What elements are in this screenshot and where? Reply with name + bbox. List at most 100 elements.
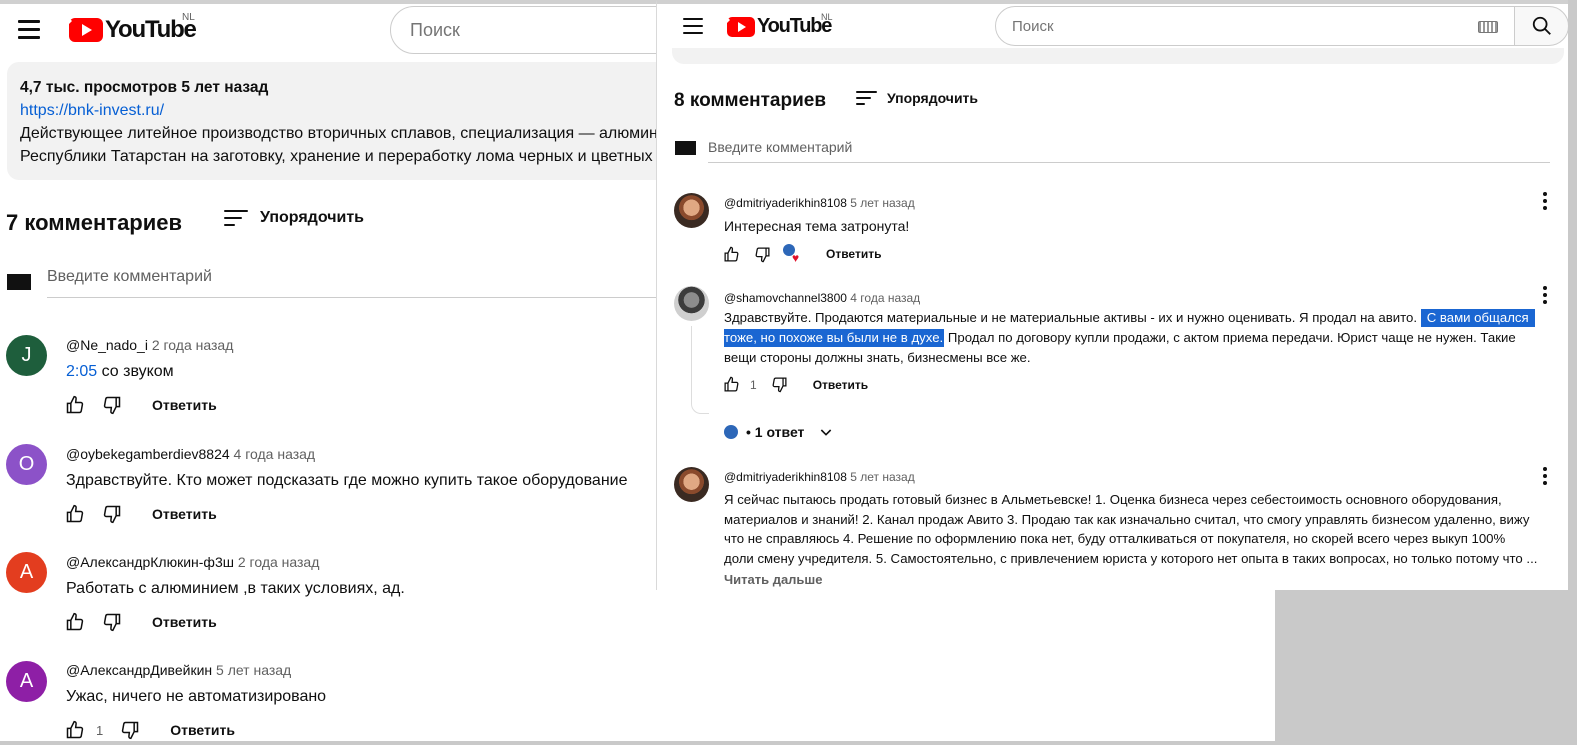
comment-author[interactable]: @oybekegamberdiev8824 — [66, 446, 230, 462]
thread-line — [691, 326, 709, 414]
dislike-icon[interactable] — [120, 720, 140, 740]
comment-time[interactable]: 5 лет назад — [850, 470, 914, 484]
input-underline — [708, 162, 1550, 163]
channel-avatar — [7, 274, 31, 290]
avatar[interactable]: А — [6, 552, 47, 593]
add-comment-input[interactable]: Введите комментарий — [708, 139, 1550, 163]
menu-icon[interactable] — [683, 18, 703, 34]
more-options-icon[interactable] — [1543, 467, 1547, 488]
view-count-date: 4,7 тыс. просмотров 5 лет назад — [20, 79, 269, 96]
comment-author-line: @АлександрДивейкин 5 лет назад — [66, 662, 291, 678]
sort-label: Упорядочить — [260, 209, 365, 226]
comment-author-line: @shamovchannel3800 4 года назад — [724, 291, 920, 305]
add-comment-input[interactable]: Введите комментарий — [47, 268, 667, 298]
comment-author[interactable]: @dmitriyaderikhin8108 — [724, 196, 847, 210]
comment-actions: 1 Ответить — [65, 720, 235, 740]
replies-count: • 1 ответ — [746, 424, 805, 440]
comment-author-line: @oybekegamberdiev8824 4 года назад — [66, 446, 315, 462]
comment-actions: Ответить — [65, 504, 217, 524]
comment-text: Здравствуйте. Кто может подсказать где м… — [66, 472, 628, 489]
comment-text: Интересная тема затронута! — [724, 218, 910, 234]
avatar[interactable]: O — [6, 444, 47, 485]
comment-author-line: @АлександрКлюкин-ф3ш 2 года назад — [66, 554, 319, 570]
selected-text: С вами общался — [1420, 309, 1535, 327]
comment-author[interactable]: @Ne_nado_i — [66, 337, 148, 353]
youtube-play-icon — [69, 18, 103, 42]
sort-button[interactable]: Упорядочить — [224, 209, 364, 227]
youtube-logo[interactable]: YouTube — [727, 15, 832, 38]
dislike-icon[interactable] — [754, 246, 771, 263]
chevron-down-icon — [821, 429, 832, 436]
search-placeholder: Поиск — [1012, 17, 1054, 35]
reply-button[interactable]: Ответить — [813, 378, 868, 392]
menu-icon[interactable] — [18, 20, 40, 39]
add-comment-placeholder: Введите комментарий — [708, 139, 853, 155]
comment-author[interactable]: @АлександрКлюкин-ф3ш — [66, 554, 234, 570]
like-icon[interactable] — [65, 720, 85, 740]
avatar[interactable] — [674, 193, 709, 228]
sort-label: Упорядочить — [887, 90, 979, 106]
comment-author[interactable]: @shamovchannel3800 — [724, 291, 847, 305]
region-code: NL — [821, 12, 833, 22]
like-icon[interactable] — [723, 246, 740, 263]
comment-time[interactable]: 2 года назад — [152, 337, 234, 353]
comments-count: 7 комментариев — [6, 210, 183, 235]
avatar[interactable]: J — [6, 335, 47, 376]
channel-avatar — [675, 141, 696, 155]
comment-time[interactable]: 2 года назад — [238, 554, 320, 570]
reply-button[interactable]: Ответить — [152, 397, 217, 413]
comments-count: 8 комментариев — [674, 90, 827, 111]
sort-icon — [856, 91, 877, 105]
comment-text: Здравствуйте. Продаются материальные и н… — [724, 308, 1559, 368]
reply-button[interactable]: Ответить — [152, 614, 217, 630]
youtube-play-icon — [727, 16, 755, 37]
like-icon[interactable] — [65, 395, 85, 415]
comment-text: Ужас, ничего не автоматизировано — [66, 688, 327, 705]
channel-reply-avatar — [724, 425, 738, 439]
search-input[interactable]: Поиск — [995, 6, 1515, 46]
comment-time[interactable]: 5 лет назад — [216, 662, 291, 678]
comment-text: Я сейчас пытаюсь продать готовый бизнес … — [724, 492, 1538, 566]
replies-toggle[interactable]: • 1 ответ — [724, 424, 834, 440]
comment-text: 2:05 со звуком — [66, 363, 174, 380]
comment-author[interactable]: @dmitriyaderikhin8108 — [724, 470, 847, 484]
timestamp-link[interactable]: 2:05 — [66, 363, 97, 380]
avatar[interactable] — [674, 467, 709, 502]
more-options-icon[interactable] — [1543, 286, 1547, 307]
like-icon[interactable] — [723, 376, 740, 393]
comment-actions: 1 Ответить — [723, 376, 868, 393]
youtube-logo[interactable]: YouTube — [69, 16, 197, 44]
like-icon[interactable] — [65, 612, 85, 632]
description-link[interactable]: https://bnk-invest.ru/ — [20, 102, 164, 119]
avatar[interactable]: А — [6, 661, 47, 702]
region-code: NL — [182, 12, 195, 23]
sort-icon — [224, 210, 248, 226]
reply-button[interactable]: Ответить — [826, 247, 881, 261]
search-placeholder: Поиск — [410, 19, 460, 40]
comment-time[interactable]: 4 года назад — [850, 291, 920, 305]
sort-button[interactable]: Упорядочить — [856, 90, 978, 106]
creator-heart-icon: ♥ — [783, 244, 803, 264]
reply-button[interactable]: Ответить — [170, 722, 235, 738]
dislike-icon[interactable] — [771, 376, 788, 393]
dislike-icon[interactable] — [102, 504, 122, 524]
search-input[interactable]: Поиск — [390, 6, 690, 54]
comment-author-line: @Ne_nado_i 2 года назад — [66, 337, 233, 353]
avatar[interactable] — [674, 286, 709, 321]
comment-actions: ♥ Ответить — [723, 244, 881, 264]
like-count: 1 — [750, 377, 757, 392]
comment-author[interactable]: @АлександрДивейкин — [66, 662, 212, 678]
like-count: 1 — [96, 722, 104, 738]
video-description[interactable]: 4,7 тыс. просмотров 5 лет назад https://… — [7, 62, 707, 180]
input-underline — [47, 297, 667, 298]
reply-button[interactable]: Ответить — [152, 506, 217, 522]
dislike-icon[interactable] — [102, 612, 122, 632]
comment-time[interactable]: 5 лет назад — [850, 196, 914, 210]
read-more-link[interactable]: Читать дальше — [724, 572, 823, 587]
search-button[interactable] — [1514, 6, 1568, 46]
more-options-icon[interactable] — [1543, 192, 1547, 213]
comment-time[interactable]: 4 года назад — [234, 446, 316, 462]
like-icon[interactable] — [65, 504, 85, 524]
keyboard-icon[interactable] — [1478, 21, 1498, 33]
dislike-icon[interactable] — [102, 395, 122, 415]
